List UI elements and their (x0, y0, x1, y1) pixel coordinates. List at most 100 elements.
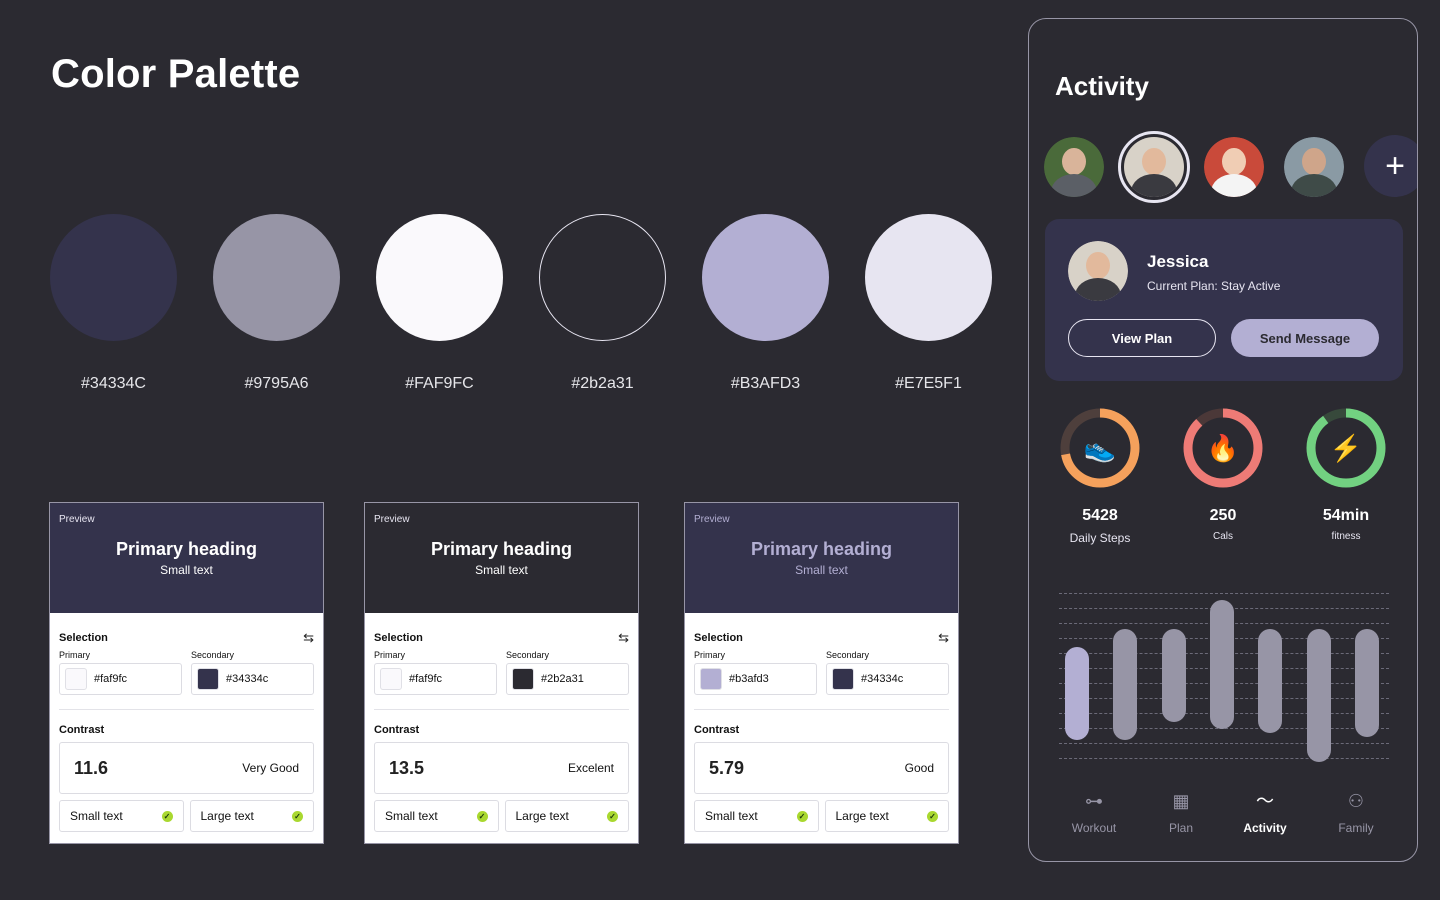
primary-color-field[interactable]: #faf9fc (374, 663, 497, 695)
check-label: Large text (515, 809, 569, 823)
preview-heading: Primary heading (430, 539, 573, 559)
calendar-icon: ▦ (1172, 791, 1190, 811)
primary-label: Primary (59, 650, 90, 660)
swatch: #9795A6 (213, 214, 340, 393)
preview-card: Preview Primary heading Small text Selec… (684, 502, 959, 844)
contrast-box: 13.5 Excelent (374, 742, 629, 794)
preview-heading: Primary heading (115, 539, 258, 559)
check-icon: ✓ (476, 810, 488, 822)
check-label: Small text (705, 809, 758, 823)
activity-bar[interactable] (1258, 628, 1283, 733)
color-chip (832, 668, 854, 690)
preview-small-text: Small text (475, 563, 528, 577)
selection-title: Selection (59, 632, 108, 644)
swatch-circle (539, 214, 666, 341)
tab-plan[interactable]: ▦ Plan (1141, 789, 1221, 835)
contrast-ratio: 11.6 (74, 757, 109, 778)
contrast-ratio: 5.79 (709, 757, 745, 778)
contrast-rating: Good (904, 761, 934, 775)
swatch-hex: #34334C (81, 375, 146, 392)
check-icon: ✓ (292, 810, 303, 822)
color-chip (512, 668, 534, 690)
swatch-circle (702, 214, 829, 341)
check-label: Large text (835, 809, 889, 823)
stat-fitness: ⚡ 54min fitness (1301, 407, 1391, 542)
secondary-label: Secondary (191, 650, 235, 660)
progress-ring: 🔥 (1182, 407, 1264, 489)
preview-card: Preview Primary heading Small text Selec… (49, 502, 324, 844)
secondary-color-value: #2b2a31 (541, 673, 584, 685)
check-label: Large text (200, 809, 254, 823)
dumbbell-icon: ⊶ (1085, 791, 1103, 811)
primary-color-field[interactable]: #faf9fc (59, 663, 182, 695)
view-plan-button[interactable]: View Plan (1068, 319, 1216, 357)
preview-label: Preview (374, 514, 410, 525)
activity-bar[interactable] (1306, 628, 1331, 762)
color-chip (700, 668, 722, 690)
activity-bar[interactable] (1065, 646, 1089, 741)
tab-workout[interactable]: ⊶ Workout (1054, 789, 1134, 835)
check-label: Small text (385, 809, 438, 823)
primary-color-value: #faf9fc (94, 673, 128, 685)
dumbbell-icon: ⚡ (1329, 432, 1363, 463)
tab-activity[interactable]: 〜 Activity (1225, 789, 1305, 835)
flame-icon: 🔥 (1206, 432, 1240, 463)
sneaker-icon: 👟 (1083, 432, 1117, 463)
pulse-icon: 〜 (1256, 791, 1274, 811)
contrast-rating: Excelent (567, 761, 614, 775)
avatar-selected[interactable] (1118, 131, 1190, 203)
preview-label: Preview (694, 514, 730, 525)
add-member-button[interactable]: + (1364, 135, 1417, 197)
grid-line (1059, 758, 1389, 759)
tab-label: Activity (1243, 821, 1287, 835)
swatch: #FAF9FC (376, 214, 503, 393)
activity-bar[interactable] (1113, 628, 1138, 741)
stat-value: 54min (1322, 507, 1370, 524)
profile-plan: Current Plan: Stay Active (1147, 279, 1281, 293)
primary-color-field[interactable]: #b3afd3 (694, 663, 817, 695)
stat-label: fitness (1331, 531, 1361, 542)
contrast-title: Contrast (694, 724, 740, 736)
bottom-tab-bar: ⊶ Workout ▦ Plan 〜 Activity ⚇ Family (1029, 789, 1417, 849)
tab-label: Family (1338, 821, 1374, 835)
preview-heading: Primary heading (750, 539, 893, 559)
tab-label: Workout (1071, 821, 1117, 835)
swatch-hex: #FAF9FC (405, 375, 474, 392)
swap-icon[interactable]: ⇆ (938, 630, 949, 646)
secondary-color-field[interactable]: #34334c (826, 663, 949, 695)
preview-header: Preview Primary heading Small text (50, 503, 323, 613)
primary-label: Primary (374, 650, 405, 660)
swap-icon[interactable]: ⇆ (303, 630, 314, 646)
send-message-button[interactable]: Send Message (1231, 319, 1379, 357)
preview-body: Selection ⇆ Primary #faf9fc Secondary #3… (50, 630, 323, 832)
activity-bar[interactable] (1161, 628, 1186, 723)
preview-small-text: Small text (160, 563, 213, 577)
swatch-hex: #B3AFD3 (730, 375, 801, 392)
contrast-title: Contrast (374, 724, 420, 736)
check-icon: ✓ (161, 810, 173, 822)
avatar[interactable] (1284, 137, 1344, 197)
small-text-check: Small text ✓ (59, 800, 184, 832)
avatar[interactable] (1044, 137, 1104, 197)
secondary-color-value: #34334c (861, 673, 904, 685)
avatar[interactable] (1204, 137, 1264, 197)
grid-line (1059, 593, 1389, 594)
divider (694, 709, 949, 710)
stat-value: 5428 (1082, 507, 1118, 524)
preview-label: Preview (59, 514, 95, 525)
people-icon: ⚇ (1347, 791, 1365, 811)
activity-phone: Activity + Jessica Current Plan: Stay Ac… (1028, 18, 1418, 862)
activity-bar[interactable] (1210, 599, 1234, 730)
secondary-color-field[interactable]: #2b2a31 (506, 663, 629, 695)
swatch-row: #34334C #9795A6 #FAF9FC #2b2a31 #B3AFD3 … (50, 214, 992, 393)
stat-steps: 👟 5428 Daily Steps (1055, 407, 1145, 545)
stat-label: Daily Steps (1069, 531, 1131, 545)
secondary-color-field[interactable]: #34334c (191, 663, 314, 695)
color-chip (197, 668, 219, 690)
tab-family[interactable]: ⚇ Family (1316, 789, 1396, 835)
progress-ring: ⚡ (1305, 407, 1387, 489)
activity-bar[interactable] (1355, 628, 1379, 737)
swap-icon[interactable]: ⇆ (618, 630, 629, 646)
swatch: #B3AFD3 (702, 214, 829, 393)
check-icon: ✓ (927, 810, 938, 822)
